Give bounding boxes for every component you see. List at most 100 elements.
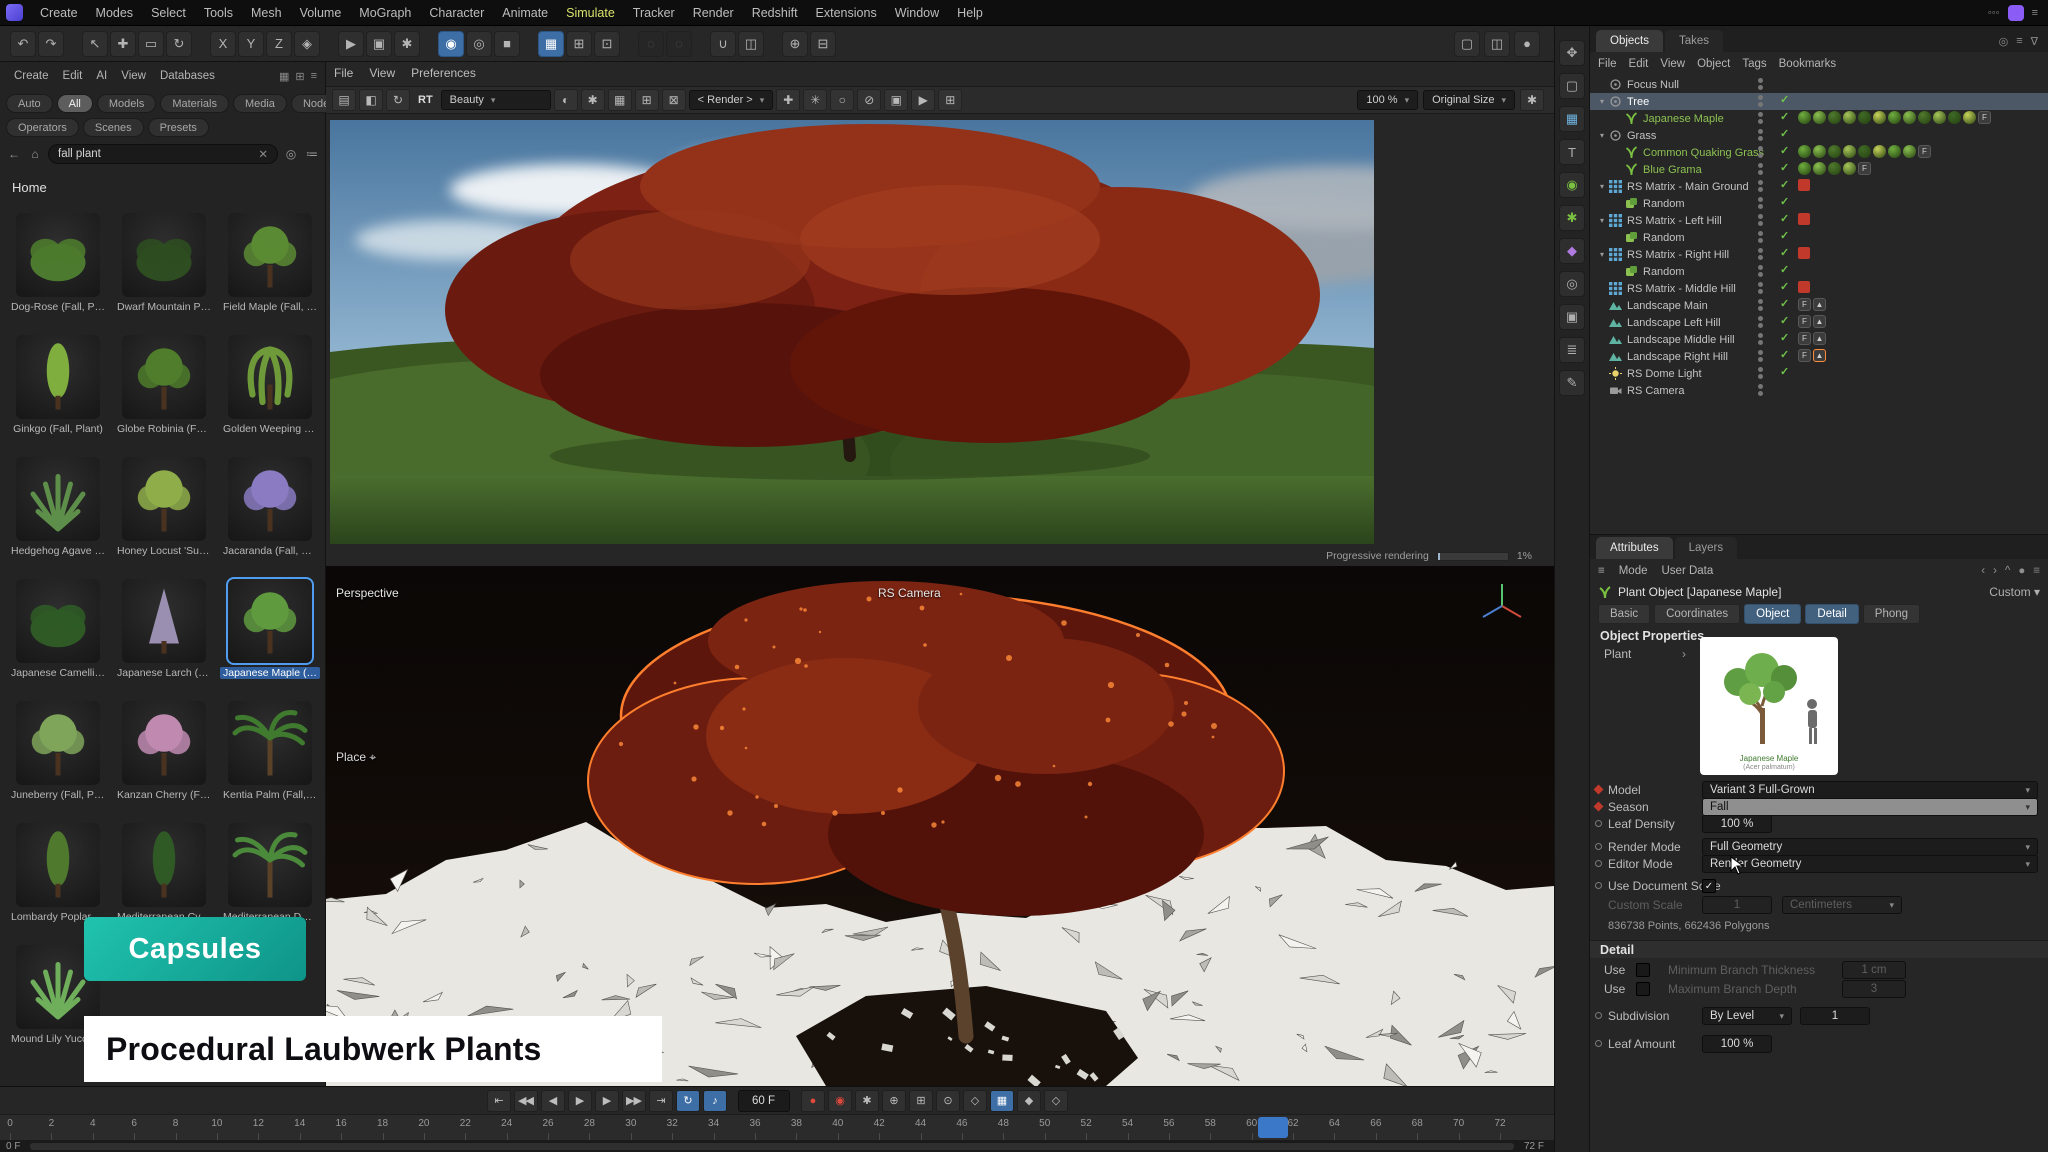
material-swatch[interactable] — [1798, 145, 1811, 158]
enabled-check-icon[interactable]: ✓ — [1780, 110, 1789, 123]
tag-f[interactable]: F — [1918, 145, 1931, 158]
object-row-tree[interactable]: ▾Tree✓ — [1590, 93, 2048, 110]
material-swatch[interactable] — [1828, 111, 1841, 124]
tag-item[interactable]: ▲ — [1813, 332, 1826, 345]
enabled-check-icon[interactable]: ✓ — [1780, 297, 1789, 310]
visibility-dots[interactable] — [1758, 367, 1763, 379]
snap-grid-icon[interactable]: ▦ — [538, 31, 564, 57]
vp-mid-icon-3[interactable]: ⊞ — [635, 89, 659, 111]
loop-playback-button[interactable]: ↻ — [676, 1090, 700, 1112]
object-row-random[interactable]: Random✓ — [1590, 263, 2048, 280]
beauty-dropdown[interactable]: Beauty▾ — [441, 90, 551, 110]
move-tool-icon[interactable]: ✚ — [110, 31, 136, 57]
tag-f[interactable]: F — [1798, 332, 1811, 345]
sphere-green-icon[interactable]: ◉ — [1559, 172, 1585, 198]
keyframe-settings-button[interactable]: ✱ — [855, 1090, 879, 1112]
viewport-menu-file[interactable]: File — [334, 66, 353, 80]
tab-layers[interactable]: Layers — [1675, 537, 1738, 559]
menu-modes[interactable]: Modes — [87, 0, 143, 26]
object-row-common-quaking-grass[interactable]: Common Quaking Grass✓F — [1590, 144, 2048, 161]
inactive-tool-2-icon[interactable]: ◌ — [666, 31, 692, 57]
model-dropdown[interactable]: Variant 3 Full-Grown▾ — [1702, 781, 2038, 799]
axis-z-icon[interactable]: Z — [266, 31, 292, 57]
enabled-check-icon[interactable]: ✓ — [1780, 229, 1789, 242]
visibility-dots[interactable] — [1758, 180, 1763, 192]
key-interp-2-button[interactable]: ◇ — [1044, 1090, 1068, 1112]
redshift-object-tag[interactable] — [1798, 281, 1810, 293]
enabled-check-icon[interactable]: ✓ — [1780, 161, 1789, 174]
section-tab-detail[interactable]: Detail — [1805, 604, 1858, 624]
live-selection-icon[interactable]: ↖ — [82, 31, 108, 57]
render-view-icon[interactable]: ▶ — [338, 31, 364, 57]
tab-takes[interactable]: Takes — [1665, 30, 1723, 52]
cube-stack-icon[interactable]: ▦ — [1559, 106, 1585, 132]
redshift-object-tag[interactable] — [1798, 247, 1810, 259]
min-branch-thickness-field[interactable]: 1 cm — [1842, 961, 1906, 979]
enabled-check-icon[interactable]: ✓ — [1780, 178, 1789, 191]
enabled-check-icon[interactable]: ✓ — [1780, 212, 1789, 225]
asset-item-dog-rose-fall-plant[interactable]: Dog-Rose (Fall, Plant) — [5, 210, 111, 332]
tab-objects[interactable]: Objects — [1596, 30, 1663, 52]
leaf-density-field[interactable]: 100 % — [1702, 815, 1772, 833]
vp-after-icon-3[interactable]: ⊘ — [857, 89, 881, 111]
zoom-dropdown[interactable]: 100 %▾ — [1357, 90, 1418, 110]
filter-tab-materials[interactable]: Materials — [160, 94, 229, 113]
home-icon[interactable]: ⌂ — [27, 147, 43, 161]
expand-arrow-icon[interactable]: ▾ — [1596, 250, 1608, 259]
visibility-dots[interactable] — [1758, 248, 1763, 260]
material-swatch[interactable] — [1918, 111, 1931, 124]
range-end-field[interactable]: 72 F — [1524, 1141, 1554, 1152]
menu-animate[interactable]: Animate — [493, 0, 557, 26]
simulate-step-icon[interactable]: ◎ — [466, 31, 492, 57]
filter-tab-models[interactable]: Models — [97, 94, 156, 113]
keyframe-circle-leaf-amount[interactable] — [1595, 1040, 1602, 1047]
axis-y-icon[interactable]: Y — [238, 31, 264, 57]
material-swatch[interactable] — [1813, 145, 1826, 158]
vp-after-icon-0[interactable]: ✚ — [776, 89, 800, 111]
window-options-icon[interactable]: ≡ — [2032, 7, 2038, 19]
axis-gizmo[interactable] — [1476, 578, 1528, 633]
mirror-tool-icon[interactable]: ◫ — [738, 31, 764, 57]
object-row-rs-matrix-middle-hill[interactable]: RS Matrix - Middle Hill✓ — [1590, 280, 2048, 297]
vp-after-icon-1[interactable]: ✳ — [803, 89, 827, 111]
inactive-tool-1-icon[interactable]: ◌ — [638, 31, 664, 57]
render-picture-viewer-icon[interactable]: ▣ — [366, 31, 392, 57]
current-frame-field[interactable]: 60 F — [738, 1090, 790, 1112]
asset-item-field-maple-fall-plant[interactable]: Field Maple (Fall, Plant) — [217, 210, 323, 332]
material-swatch[interactable] — [1798, 162, 1811, 175]
keyframe-circle-subdivision[interactable] — [1595, 1012, 1602, 1019]
camera-slate-icon[interactable]: ▣ — [1559, 304, 1585, 330]
record-params-button[interactable]: ◇ — [963, 1090, 987, 1112]
expand-arrow-icon[interactable]: ▾ — [1596, 131, 1608, 140]
material-swatch[interactable] — [1888, 111, 1901, 124]
enabled-check-icon[interactable]: ✓ — [1780, 93, 1789, 106]
filter-tab-auto[interactable]: Auto — [6, 94, 53, 113]
asset-item-kanzan-cherry-fall-pl[interactable]: Kanzan Cherry (Fall, Pl... — [111, 698, 217, 820]
editor-mode-dropdown[interactable]: Render Geometry▾ — [1702, 855, 2038, 873]
enabled-check-icon[interactable]: ✓ — [1780, 280, 1789, 293]
axis-x-icon[interactable]: X — [210, 31, 236, 57]
visibility-dots[interactable] — [1758, 282, 1763, 294]
key-interp-1-button[interactable]: ◆ — [1017, 1090, 1041, 1112]
visibility-dots[interactable] — [1758, 129, 1763, 141]
asset-menu-databases[interactable]: Databases — [154, 70, 221, 82]
coord-system-icon[interactable]: ◈ — [294, 31, 320, 57]
rotate-tool-icon[interactable]: ↻ — [166, 31, 192, 57]
asset-item-golden-weeping-willo[interactable]: Golden Weeping Willo... — [217, 332, 323, 454]
viewport-menu-view[interactable]: View — [369, 66, 395, 80]
material-swatch[interactable] — [1948, 111, 1961, 124]
material-swatch[interactable] — [1963, 111, 1976, 124]
om-panel-icon-2[interactable]: ∇ — [2031, 35, 2038, 48]
material-swatch[interactable] — [1843, 145, 1856, 158]
record-rotation-button[interactable]: ⊙ — [936, 1090, 960, 1112]
scale-tool-icon[interactable]: ▭ — [138, 31, 164, 57]
leaf-amount-field[interactable]: 100 % — [1702, 1035, 1772, 1053]
object-row-focus-null[interactable]: Focus Null — [1590, 76, 2048, 93]
asset-item-jacaranda-fall-plant[interactable]: Jacaranda (Fall, Plant) — [217, 454, 323, 576]
menu-tools[interactable]: Tools — [195, 0, 242, 26]
visibility-dots[interactable] — [1758, 95, 1763, 107]
max-branch-depth-checkbox[interactable] — [1636, 982, 1650, 996]
subdivision-level-field[interactable]: 1 — [1800, 1007, 1870, 1025]
menu-create[interactable]: Create — [31, 0, 87, 26]
lock-tool-icon[interactable]: ⊟ — [810, 31, 836, 57]
